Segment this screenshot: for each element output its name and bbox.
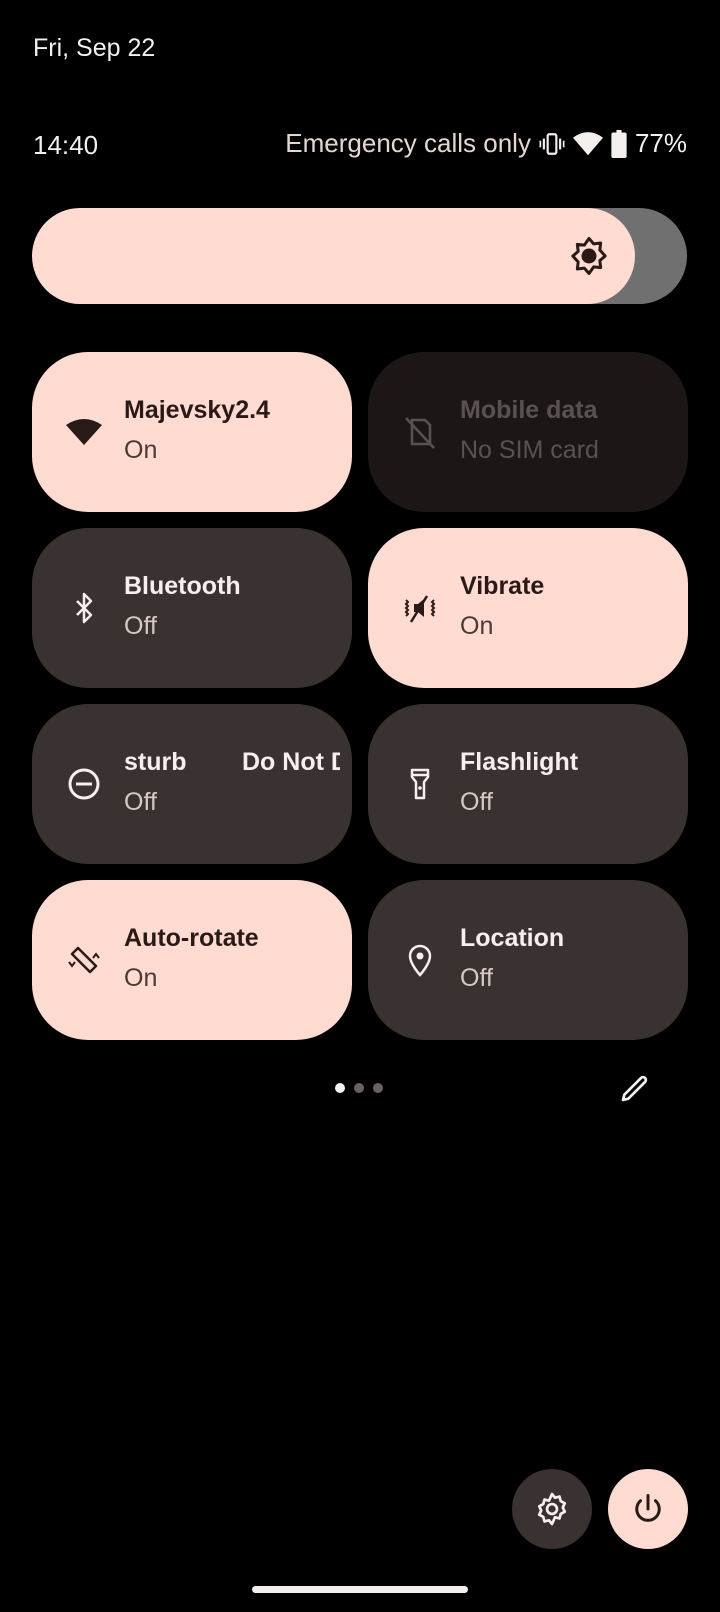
location-icon <box>408 944 432 977</box>
tile-do-not-disturb[interactable]: Do Not Disturb Do Not Disturb Off <box>32 704 352 864</box>
vibrate-icon <box>539 132 565 155</box>
page-indicator-dot[interactable] <box>373 1083 383 1093</box>
status-bar-right: Emergency calls only 77% <box>285 128 687 159</box>
tile-location[interactable]: Location Off <box>368 880 688 1040</box>
tile-title-repeat: Do Not Disturb <box>242 748 340 776</box>
no-sim-icon <box>405 417 435 449</box>
edit-icon[interactable] <box>619 1072 651 1104</box>
battery-percent: 77% <box>634 128 687 158</box>
tile-mobile-data[interactable]: Mobile data No SIM card <box>368 352 688 512</box>
power-icon <box>635 1494 661 1522</box>
tile-title: Auto-rotate <box>124 924 259 952</box>
tile-flashlight[interactable]: Flashlight Off <box>368 704 688 864</box>
wifi-icon <box>66 419 102 445</box>
do-not-disturb-icon <box>68 768 100 800</box>
tile-title: Do Not Disturb <box>124 748 187 776</box>
bluetooth-icon <box>76 592 93 624</box>
tile-bluetooth[interactable]: Bluetooth Off <box>32 528 352 688</box>
tile-subtitle: Off <box>460 788 493 816</box>
tile-title: Bluetooth <box>124 572 241 600</box>
gear-icon <box>537 1492 567 1526</box>
tile-subtitle: On <box>124 436 158 464</box>
tile-vibrate[interactable]: Vibrate On <box>368 528 688 688</box>
tile-title: Location <box>460 924 565 952</box>
tile-subtitle: Off <box>124 788 157 816</box>
tile-auto-rotate[interactable]: Auto-rotate On <box>32 880 352 1040</box>
power-button[interactable] <box>608 1469 688 1549</box>
tile-majevsky2-4[interactable]: Majevsky2.4 On <box>32 352 352 512</box>
navigation-handle[interactable] <box>252 1586 468 1593</box>
page-indicator-dot[interactable] <box>354 1083 364 1093</box>
tile-title-marquee: Do Not Disturb Do Not Disturb <box>124 748 340 782</box>
brightness-slider-fill <box>32 208 635 304</box>
battery-icon <box>611 129 627 158</box>
auto-rotate-icon <box>68 946 100 974</box>
tile-title: Vibrate <box>460 572 545 600</box>
settings-button[interactable] <box>512 1469 592 1549</box>
tile-title: Flashlight <box>460 748 579 776</box>
tile-subtitle: On <box>460 612 494 640</box>
tile-subtitle: Off <box>460 964 493 992</box>
page-indicator-dot[interactable] <box>335 1083 345 1093</box>
tile-title: Majevsky2.4 <box>124 396 270 424</box>
tile-subtitle: Off <box>124 612 157 640</box>
vibrate-mute-icon <box>404 595 436 623</box>
network-status: Emergency calls only <box>285 128 531 158</box>
tile-subtitle: On <box>124 964 158 992</box>
flashlight-icon <box>410 768 430 800</box>
wifi-icon <box>572 131 603 155</box>
tile-title: Mobile data <box>460 396 598 424</box>
brightness-slider[interactable] <box>32 208 687 304</box>
tile-subtitle: No SIM card <box>460 436 599 464</box>
date[interactable]: Fri, Sep 22 <box>33 34 155 63</box>
brightness-icon <box>570 237 607 275</box>
clock[interactable]: 14:40 <box>33 130 98 161</box>
